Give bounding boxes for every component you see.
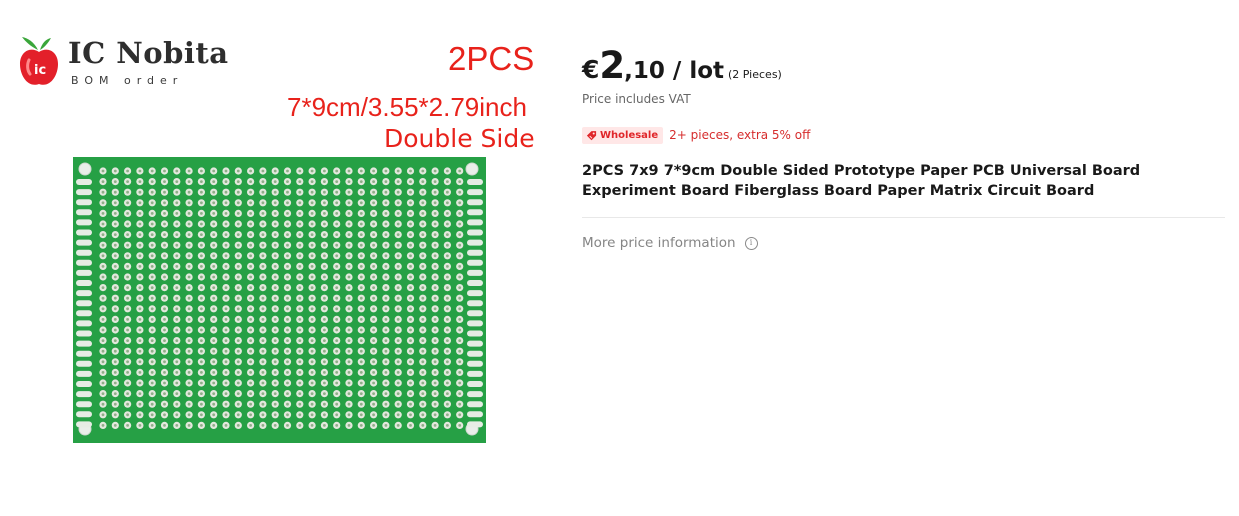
- brand-name: IC Nobita: [68, 36, 229, 70]
- promo-side: Double Side: [384, 124, 535, 153]
- price-currency: €: [582, 55, 600, 84]
- wholesale-text: 2+ pieces, extra 5% off: [669, 128, 811, 142]
- promo-size: 7*9cm/3.55*2.79inch: [287, 92, 527, 122]
- brand-tagline: BOM order: [71, 74, 184, 87]
- wholesale-badge-label: Wholesale: [600, 129, 659, 141]
- more-price-info-label: More price information: [582, 235, 736, 251]
- divider: [582, 217, 1225, 218]
- info-icon[interactable]: i: [744, 236, 758, 250]
- promo-quantity: 2PCS: [448, 40, 535, 77]
- svg-text:ic: ic: [34, 63, 46, 78]
- tag-icon: [586, 130, 597, 140]
- product-title: 2PCS 7x9 7*9cm Double Sided Prototype Pa…: [582, 163, 1141, 199]
- price-integer: 2: [599, 44, 625, 87]
- more-price-info-link[interactable]: More price information i: [582, 235, 758, 251]
- price: €2,10 / lot (2 Pieces): [582, 44, 782, 87]
- price-decimal-unit: ,10 / lot: [624, 58, 724, 84]
- wholesale-offer: Wholesale 2+ pieces, extra 5% off: [582, 126, 810, 144]
- pcb-board-illustration: [73, 157, 486, 443]
- price-lot-size: (2 Pieces): [728, 68, 782, 81]
- product-image[interactable]: ic IC Nobita BOM order 2PCS 7*9cm/3.55*2…: [0, 0, 560, 516]
- apple-logo-icon: ic: [20, 37, 58, 85]
- vat-note: Price includes VAT: [582, 92, 691, 106]
- brand-logo: ic IC Nobita BOM order: [18, 34, 238, 94]
- wholesale-badge: Wholesale: [582, 126, 664, 144]
